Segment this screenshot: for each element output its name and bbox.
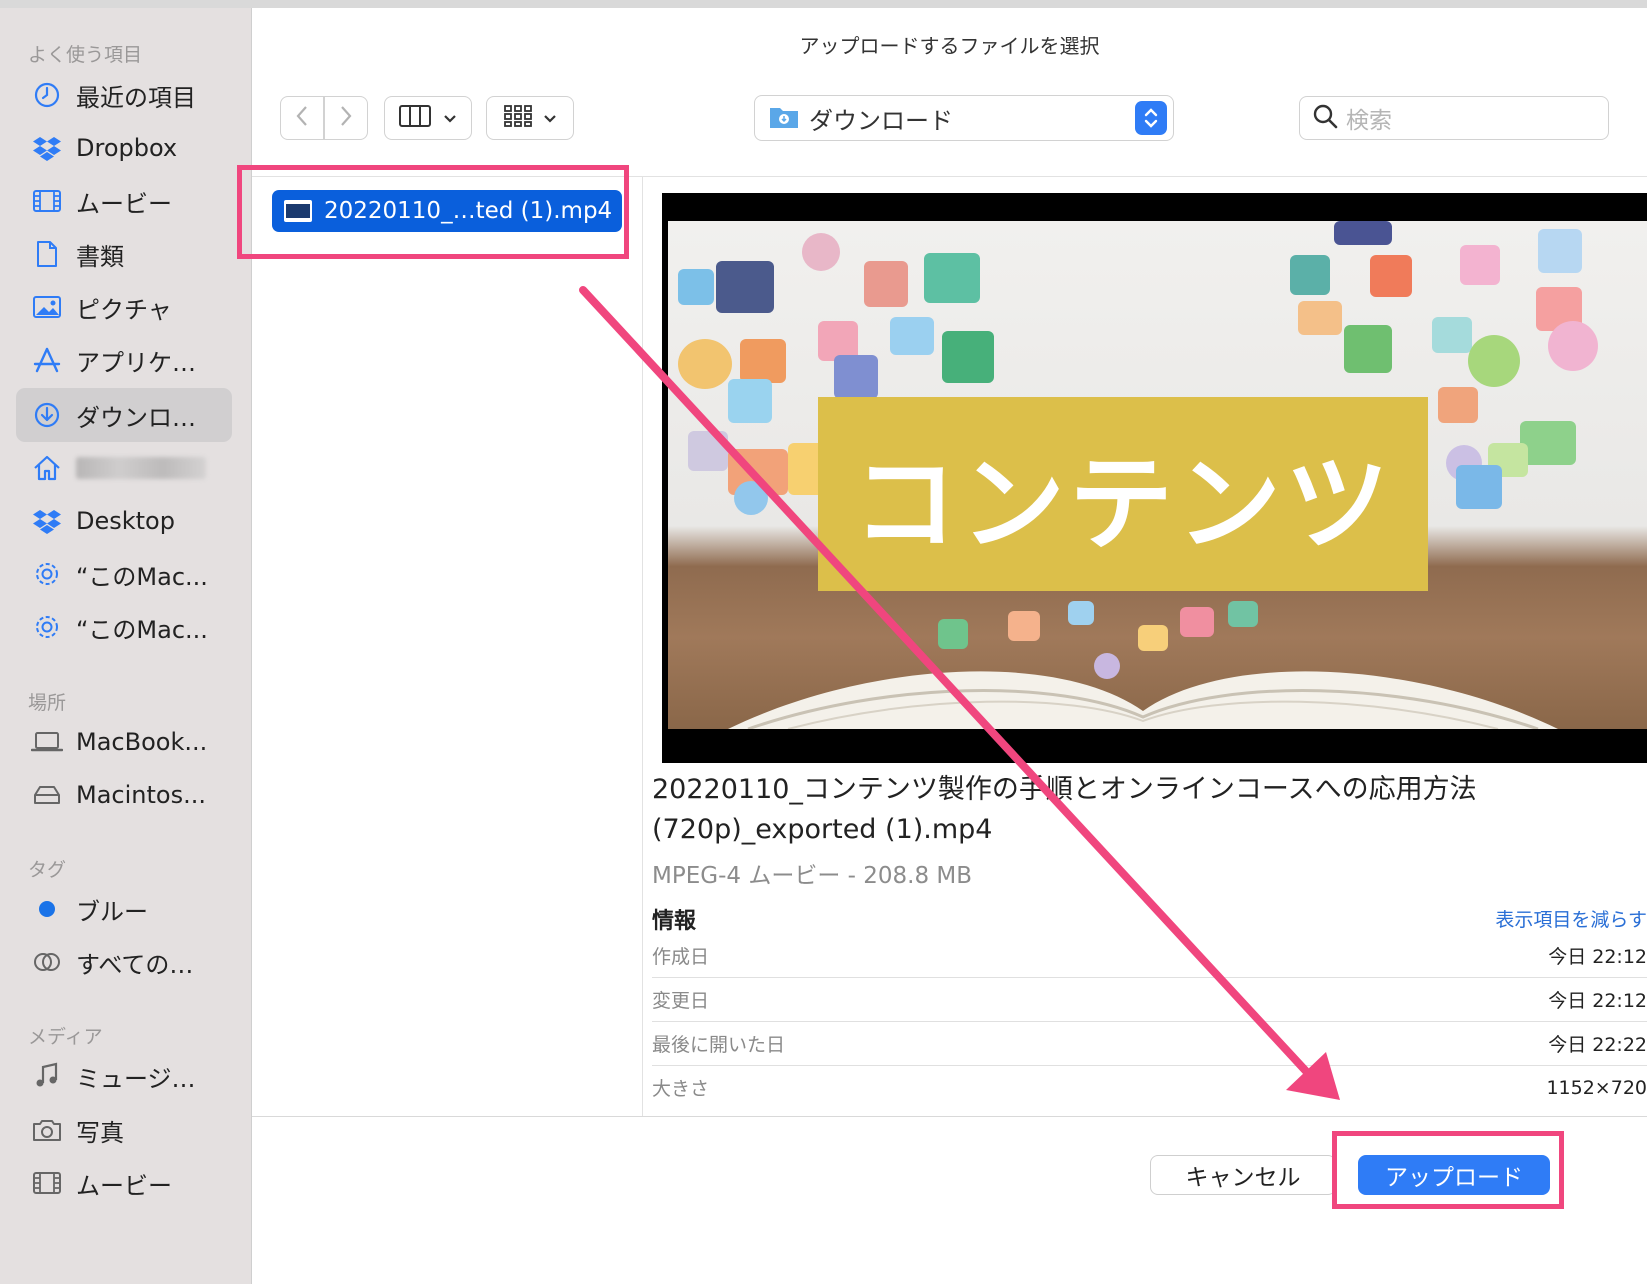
annotation-arrow (579, 286, 1340, 1100)
